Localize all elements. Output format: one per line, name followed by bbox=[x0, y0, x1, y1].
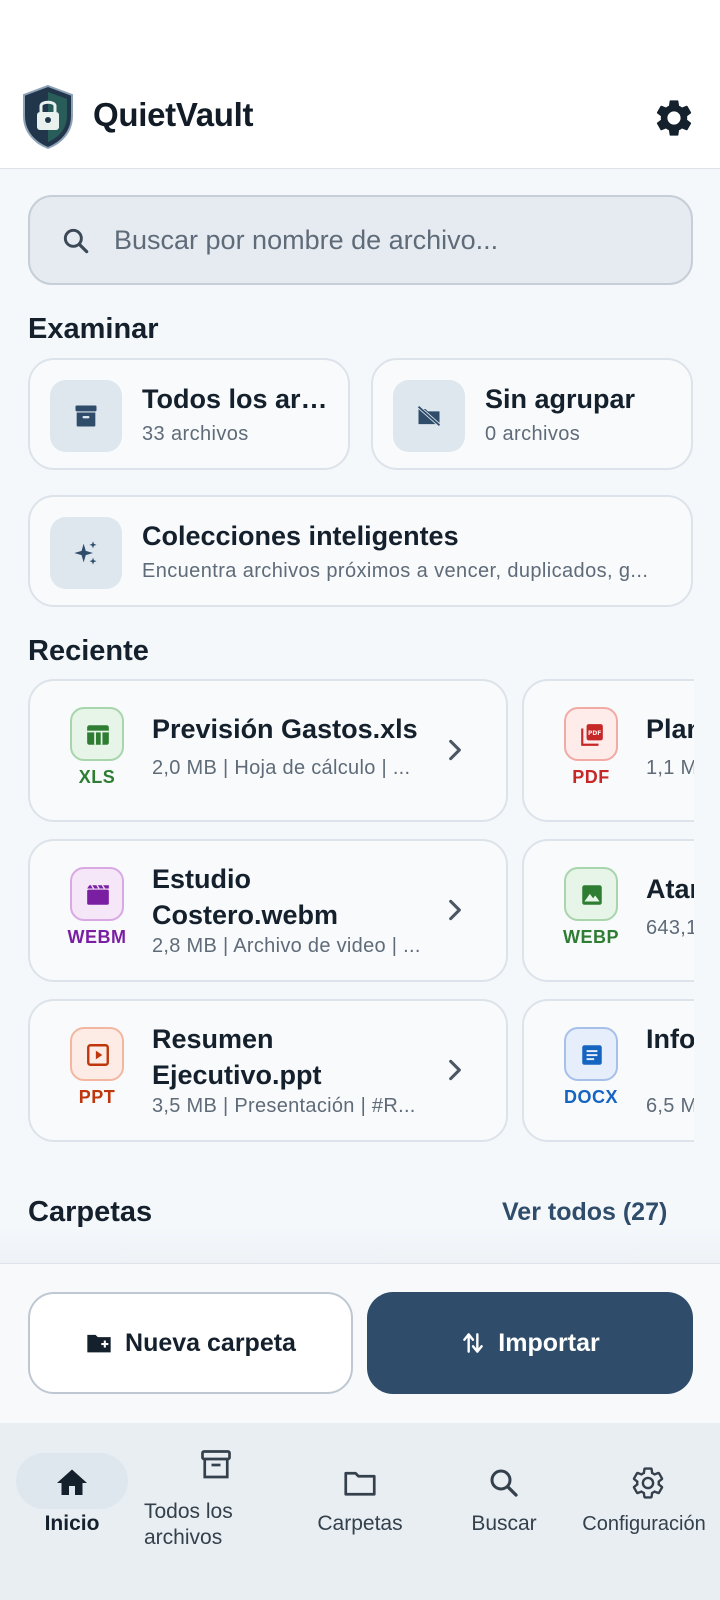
chevron-right-icon bbox=[449, 739, 461, 761]
svg-text:PDF: PDF bbox=[588, 730, 601, 737]
file-extension: PPT bbox=[78, 1087, 116, 1107]
video-icon bbox=[70, 867, 124, 921]
nav-item-search[interactable]: Buscar bbox=[432, 1423, 576, 1600]
video-glyph bbox=[87, 884, 109, 905]
archive-icon bbox=[75, 405, 97, 427]
pdf-glyph: PDF bbox=[581, 724, 603, 746]
smart-collections-icon-box bbox=[50, 517, 122, 589]
gear-icon[interactable] bbox=[652, 96, 696, 140]
smart-collections-card[interactable]: Colecciones inteligentes Encuentra archi… bbox=[28, 495, 693, 607]
file-extension: PDF bbox=[572, 767, 610, 787]
file-name: Resumen Ejecutivo.ppt bbox=[152, 1024, 322, 1090]
nav-item-all-files[interactable]: Todos los archivos bbox=[144, 1423, 288, 1600]
recent-file-card[interactable]: WEBM Estudio Costero.webm 2,8 MB | Archi… bbox=[28, 839, 508, 982]
import-button[interactable]: Importar bbox=[367, 1292, 693, 1394]
document-glyph bbox=[582, 1045, 602, 1065]
file-meta: 1,1 M bbox=[646, 757, 694, 779]
folder-off-icon bbox=[417, 405, 441, 427]
app-title: QuietVault bbox=[93, 96, 254, 133]
card-title: Sin agrupar bbox=[485, 384, 636, 414]
recent-file-card[interactable]: DOCX Info Mov 6,5 M bbox=[522, 999, 694, 1142]
search-input[interactable]: Buscar por nombre de archivo... bbox=[28, 195, 693, 285]
document-icon bbox=[564, 1027, 618, 1081]
file-name: Estudio Costero.webm bbox=[152, 864, 339, 930]
card-subtitle: Encuentra archivos próximos a vencer, du… bbox=[142, 560, 649, 582]
app-bar: QuietVault bbox=[0, 0, 720, 169]
image-glyph bbox=[582, 885, 602, 905]
nav-item-folders[interactable]: Carpetas bbox=[288, 1423, 432, 1600]
browse-section-title: Examinar bbox=[28, 313, 159, 345]
file-extension: DOCX bbox=[563, 1087, 618, 1107]
presentation-glyph bbox=[87, 1044, 109, 1066]
recent-file-card[interactable]: PPT Resumen Ejecutivo.ppt 3,5 MB | Prese… bbox=[28, 999, 508, 1142]
nav-item-home[interactable]: Inicio bbox=[0, 1423, 144, 1600]
see-all-folders-link[interactable]: Ver todos (27) bbox=[502, 1198, 667, 1227]
search-icon bbox=[63, 228, 89, 254]
new-folder-button-content: Nueva carpeta bbox=[30, 1294, 351, 1392]
shield-lock-icon bbox=[23, 84, 73, 150]
file-meta: 643,1 bbox=[646, 917, 694, 939]
import-button-content: Importar bbox=[367, 1292, 693, 1394]
nav-label: Configuración bbox=[582, 1513, 706, 1535]
search-placeholder: Buscar por nombre de archivo... bbox=[114, 225, 499, 255]
card-subtitle: 33 archivos bbox=[142, 423, 249, 445]
nav-item-settings[interactable]: Configuración bbox=[576, 1423, 720, 1600]
chevron-right-icon bbox=[449, 899, 461, 921]
archive-icon bbox=[201, 1450, 231, 1479]
file-name: Plan bbox=[646, 714, 694, 744]
card-title: Colecciones inteligentes bbox=[142, 521, 459, 551]
file-extension: XLS bbox=[78, 767, 116, 787]
bottom-navigation: Inicio Todos los archivos Carpetas Busca… bbox=[0, 1423, 720, 1600]
all-files-icon-box bbox=[50, 380, 122, 452]
gear-icon bbox=[632, 1467, 664, 1499]
recent-file-card[interactable]: WEBP Atar 643,1 bbox=[522, 839, 694, 982]
file-meta: 3,5 MB | Presentación | #R... bbox=[152, 1095, 416, 1117]
card-title: Todos los arc... bbox=[142, 384, 330, 414]
home-icon bbox=[57, 1469, 87, 1495]
folder-icon bbox=[344, 1471, 376, 1496]
sparkles-icon bbox=[74, 541, 97, 565]
ungrouped-icon-box bbox=[393, 380, 465, 452]
new-folder-label: Nueva carpeta bbox=[125, 1328, 296, 1357]
nav-label: Inicio bbox=[44, 1512, 100, 1535]
chevron-right-icon bbox=[449, 1059, 461, 1081]
file-extension: WEBM bbox=[67, 927, 127, 947]
nav-label: Carpetas bbox=[317, 1512, 403, 1535]
card-subtitle: 0 archivos bbox=[485, 423, 581, 445]
import-label: Importar bbox=[498, 1328, 600, 1357]
pdf-icon: PDF bbox=[564, 707, 618, 761]
file-meta: 2,8 MB | Archivo de video | ... bbox=[152, 935, 421, 957]
recent-section-title: Reciente bbox=[28, 635, 149, 667]
file-meta: 6,5 M bbox=[646, 1095, 694, 1117]
recent-files-grid: XLS Previsión Gastos.xls 2,0 MB | Hoja d… bbox=[28, 679, 694, 1147]
recent-file-card[interactable]: XLS Previsión Gastos.xls 2,0 MB | Hoja d… bbox=[28, 679, 508, 822]
search-icon bbox=[490, 1469, 518, 1497]
nav-label: Buscar bbox=[471, 1512, 537, 1535]
swap-vertical-icon bbox=[463, 1333, 484, 1353]
spreadsheet-icon bbox=[70, 707, 124, 761]
new-folder-button[interactable]: Nueva carpeta bbox=[28, 1292, 353, 1394]
recent-file-card[interactable]: PDF PDF Plan 1,1 M bbox=[522, 679, 694, 822]
file-name: Previsión Gastos.xls bbox=[152, 714, 418, 744]
folders-section-title: Carpetas bbox=[28, 1196, 153, 1228]
file-extension: WEBP bbox=[563, 927, 619, 947]
image-icon bbox=[564, 867, 618, 921]
nav-label: Todos los archivos bbox=[144, 1500, 233, 1549]
file-name: Atar bbox=[646, 874, 694, 904]
file-name: Info Mov bbox=[646, 1024, 694, 1054]
file-meta: 2,0 MB | Hoja de cálculo | ... bbox=[152, 757, 411, 779]
scroll-fade bbox=[0, 1225, 720, 1265]
presentation-icon bbox=[70, 1027, 124, 1081]
all-files-card[interactable]: Todos los arc... 33 archivos bbox=[28, 358, 350, 470]
ungrouped-card[interactable]: Sin agrupar 0 archivos bbox=[371, 358, 693, 470]
action-bar: Nueva carpeta Importar bbox=[0, 1263, 720, 1423]
folder-add-icon bbox=[87, 1334, 111, 1353]
spreadsheet-glyph bbox=[87, 725, 109, 745]
